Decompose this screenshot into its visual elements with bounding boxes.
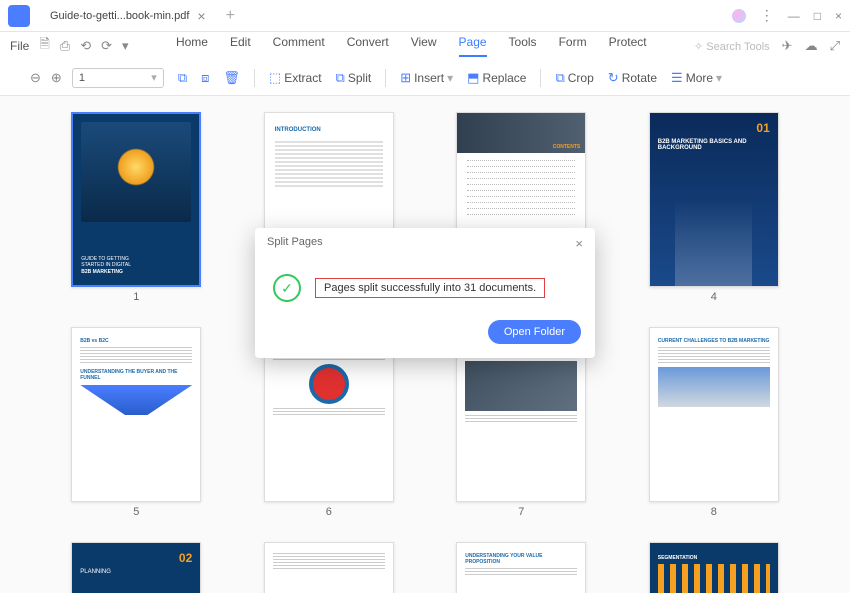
- page-number: 6: [326, 506, 332, 518]
- menu-convert[interactable]: Convert: [347, 35, 389, 57]
- print-icon[interactable]: ⎙: [60, 38, 70, 54]
- menu-dots-icon[interactable]: ⋮: [760, 7, 774, 24]
- delete-icon[interactable]: 🗑: [223, 70, 240, 86]
- crop-button[interactable]: ⧉Crop: [555, 70, 593, 86]
- dialog-message: Pages split successfully into 31 documen…: [315, 278, 545, 298]
- extract-button[interactable]: ⬚Extract: [269, 70, 322, 86]
- profile-icon[interactable]: [732, 9, 746, 23]
- add-tab-icon[interactable]: +: [226, 7, 235, 25]
- menu-page[interactable]: Page: [459, 35, 487, 57]
- document-tab[interactable]: Guide-to-getti...book-min.pdf ×: [40, 4, 216, 28]
- zoom-out-icon[interactable]: ⊖: [30, 70, 41, 86]
- menu-tools[interactable]: Tools: [509, 35, 537, 57]
- menu-protect[interactable]: Protect: [609, 35, 647, 57]
- tab-label: Guide-to-getti...book-min.pdf: [50, 10, 189, 22]
- file-menu[interactable]: File: [10, 39, 29, 53]
- close-icon[interactable]: ×: [575, 236, 583, 251]
- app-icon: [8, 5, 30, 27]
- page-number: 1: [133, 291, 139, 303]
- redo-icon[interactable]: ⟳: [101, 38, 112, 54]
- replace-button[interactable]: ⬒Replace: [467, 70, 526, 86]
- undo-icon[interactable]: ⟲: [80, 38, 91, 54]
- expand-icon[interactable]: ⤢: [830, 38, 840, 54]
- dialog-title: Split Pages: [267, 236, 323, 251]
- page-thumb[interactable]: 02 PLANNING 9: [60, 542, 213, 593]
- rotate-button[interactable]: ↻Rotate: [608, 70, 657, 86]
- success-check-icon: ✓: [273, 274, 301, 302]
- split-button[interactable]: ⧉Split: [336, 70, 372, 86]
- page-thumb[interactable]: CURRENT CHALLENGES TO B2B MARKETING 8: [638, 327, 791, 518]
- divider: [385, 69, 386, 87]
- menu-edit[interactable]: Edit: [230, 35, 251, 57]
- window-controls: ⋮ — □ ×: [732, 7, 842, 24]
- titlebar: Guide-to-getti...book-min.pdf × + ⋮ — □ …: [0, 0, 850, 32]
- box-icon-1[interactable]: ⧉: [178, 70, 187, 86]
- menu-form[interactable]: Form: [559, 35, 587, 57]
- page-thumb[interactable]: 10: [253, 542, 406, 593]
- page-thumb[interactable]: UNDERSTANDING YOUR VALUE PROPOSITION 11: [445, 542, 598, 593]
- save-icon[interactable]: 🗎: [39, 35, 49, 57]
- page-thumb[interactable]: 01 B2B MARKETING BASICS AND BACKGROUND 4: [638, 112, 791, 303]
- divider: [254, 69, 255, 87]
- insert-button[interactable]: ⊞Insert▾: [400, 70, 453, 86]
- send-icon[interactable]: ✈: [782, 38, 793, 54]
- search-tools[interactable]: ✧ Search Tools: [694, 40, 770, 53]
- page-number: 4: [711, 291, 717, 303]
- close-icon[interactable]: ×: [197, 8, 205, 24]
- box-icon-2[interactable]: ⧈: [201, 70, 209, 86]
- close-window-icon[interactable]: ×: [835, 9, 842, 23]
- page-number: 5: [133, 506, 139, 518]
- open-folder-button[interactable]: Open Folder: [488, 320, 581, 344]
- page-thumb[interactable]: SEGMENTATION 12: [638, 542, 791, 593]
- page-number: 7: [518, 506, 524, 518]
- page-number: 8: [711, 506, 717, 518]
- maximize-icon[interactable]: □: [814, 9, 821, 23]
- divider: [540, 69, 541, 87]
- menu-home[interactable]: Home: [176, 35, 208, 57]
- main-menu: Home Edit Comment Convert View Page Tool…: [176, 35, 647, 57]
- dropdown-icon[interactable]: ▾: [122, 38, 129, 54]
- split-pages-dialog: Split Pages × ✓ Pages split successfully…: [255, 228, 595, 358]
- menu-comment[interactable]: Comment: [273, 35, 325, 57]
- more-button[interactable]: ☰More▾: [671, 70, 722, 86]
- zoom-in-icon[interactable]: ⊕: [51, 70, 62, 86]
- cloud-icon[interactable]: ☁: [805, 38, 818, 54]
- page-thumb[interactable]: GUIDE TO GETTING STARTED IN DIGITAL B2B …: [60, 112, 213, 303]
- menubar: File 🗎 ⎙ ⟲ ⟳ ▾ Home Edit Comment Convert…: [0, 32, 850, 60]
- page-toolbar: ⊖ ⊕ 1▾ ⧉ ⧈ 🗑 ⬚Extract ⧉Split ⊞Insert▾ ⬒R…: [0, 60, 850, 96]
- page-number-input[interactable]: 1▾: [72, 68, 164, 88]
- menu-view[interactable]: View: [411, 35, 437, 57]
- minimize-icon[interactable]: —: [788, 9, 800, 23]
- page-thumb[interactable]: B2B vs B2C UNDERSTANDING THE BUYER AND T…: [60, 327, 213, 518]
